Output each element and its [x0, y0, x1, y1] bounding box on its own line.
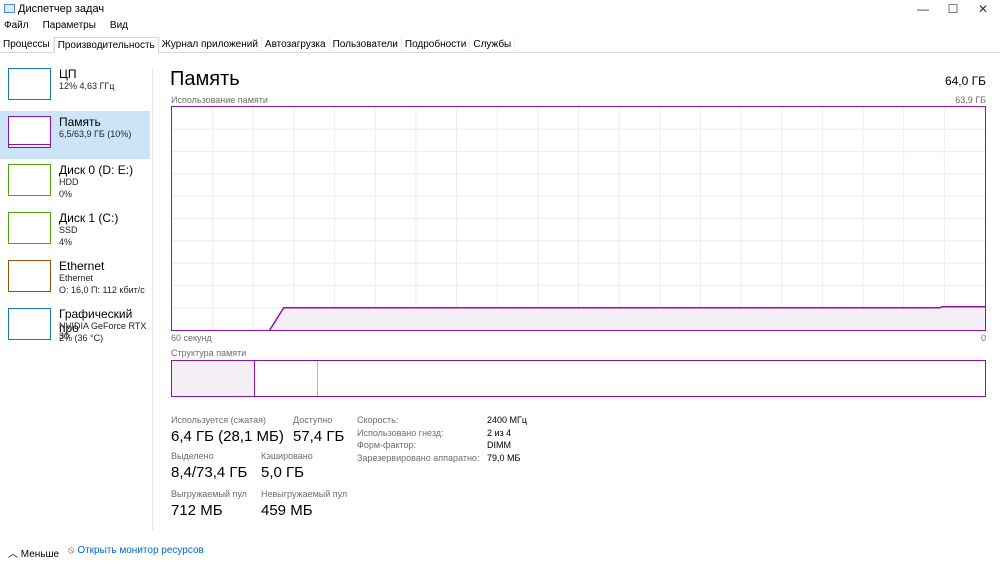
stat-value: 57,4 ГБ: [293, 428, 345, 445]
sidebar-item-name: Ethernet: [59, 259, 105, 273]
menu-file[interactable]: Файл: [4, 20, 29, 31]
memory-usage-graph: [171, 106, 986, 331]
close-button[interactable]: ✕: [966, 0, 1000, 18]
minimize-button[interactable]: —: [906, 0, 940, 18]
resource-monitor-label: Открыть монитор ресурсов: [77, 545, 204, 556]
modified-segment[interactable]: [255, 361, 318, 396]
sidebar-item[interactable]: Диск 0 (D: E:) HDD 0%: [0, 159, 150, 207]
menu-options[interactable]: Параметры: [43, 20, 96, 31]
time-right-label: 0: [980, 333, 986, 343]
stat-label: Невыгружаемый пул: [261, 489, 348, 499]
maximize-button[interactable]: ☐: [936, 0, 970, 18]
property-label: Использовано гнезд:: [357, 427, 444, 438]
chevron-up-icon: ︿: [8, 549, 18, 560]
fewer-details-label: Меньше: [20, 549, 60, 560]
stat-value: 8,4/73,4 ГБ: [171, 464, 248, 481]
menu-view[interactable]: Вид: [110, 20, 128, 31]
stat-label: Кэшировано: [261, 451, 313, 461]
property-value: DIMM: [487, 440, 511, 450]
tab-startup[interactable]: Автозагрузка: [262, 37, 330, 53]
stat-label: Доступно: [293, 415, 333, 425]
window-title: Диспетчер задач: [18, 3, 105, 15]
sidebar-item-detail: 6,5/63,9 ГБ (10%): [59, 129, 132, 139]
stat-value: 6,4 ГБ (28,1 МБ): [171, 428, 284, 445]
sidebar-item[interactable]: Ethernet Ethernet О: 16,0 П: 112 кбит/с: [0, 255, 150, 303]
usage-area: [269, 306, 985, 330]
sidebar-item-value: 0%: [59, 189, 73, 199]
sidebar-item[interactable]: Память 6,5/63,9 ГБ (10%): [0, 111, 150, 159]
graph-max: 63,9 ГБ: [955, 95, 986, 105]
sidebar-item-detail: SSD: [59, 225, 78, 235]
tab-bar: Процессы Производительность Журнал прило…: [0, 37, 1000, 54]
property-label: Скорость:: [357, 415, 399, 425]
thumbnail-graph: [8, 116, 51, 148]
sidebar-item-value: 2% (36 °C): [59, 333, 104, 343]
sidebar-item-name: ЦП: [59, 67, 77, 81]
property-label: Форм-фактор:: [357, 440, 417, 450]
open-resource-monitor-link[interactable]: ⦸ Открыть монитор ресурсов: [68, 545, 204, 556]
app-icon: [4, 4, 15, 13]
time-left-label: 60 секунд: [171, 333, 212, 343]
property-value: 2 из 4: [487, 427, 512, 438]
thumbnail-graph: [8, 260, 51, 292]
page-title: Память: [170, 68, 240, 90]
title-bar: Диспетчер задач — ☐ ✕: [0, 0, 1000, 18]
sidebar-item-value: 4%: [59, 237, 73, 247]
fewer-details-button[interactable]: ︿ Меньше: [8, 545, 59, 560]
sidebar-item[interactable]: ЦП 12% 4,63 ГГц: [0, 63, 150, 111]
stat-value: 712 МБ: [171, 502, 223, 519]
resource-monitor-icon: ⦸: [68, 545, 75, 556]
struct-label: Структура памяти: [171, 348, 247, 358]
memory-composition-bar: [171, 360, 986, 397]
thumbnail-graph: [8, 308, 51, 340]
sidebar-item-name: Диск 0 (D: E:): [59, 163, 134, 177]
total-memory: 64,0 ГБ: [944, 74, 986, 88]
thumbnail-graph: [8, 212, 51, 244]
sidebar-item-name: Память: [59, 115, 101, 129]
stat-label: Используется (сжатая): [171, 415, 266, 425]
in-use-segment[interactable]: [172, 361, 255, 396]
tab-details[interactable]: Подробности: [402, 37, 471, 53]
divider: [152, 68, 153, 530]
sidebar-item-value: О: 16,0 П: 112 кбит/с: [59, 285, 145, 295]
property-value: 2400 МГц: [487, 415, 528, 425]
tab-services[interactable]: Службы: [470, 37, 516, 53]
tab-users[interactable]: Пользователи: [330, 37, 402, 53]
thumbnail-graph: [8, 164, 51, 196]
sidebar-item-detail: Ethernet: [59, 273, 94, 283]
menu-bar: Файл Параметры Вид: [4, 20, 128, 31]
stat-label: Выделено: [171, 451, 214, 461]
sidebar-item-name: Диск 1 (C:): [59, 211, 119, 225]
sidebar-item[interactable]: Графический про NVIDIA GeForce RTX 30 2% (…: [0, 303, 150, 351]
sidebar-item[interactable]: Диск 1 (C:) SSD 4%: [0, 207, 150, 255]
property-value: 79,0 МБ: [487, 452, 521, 463]
stat-value: 5,0 ГБ: [261, 464, 304, 481]
tab-performance[interactable]: Производительность: [53, 37, 159, 54]
property-label: Зарезервировано аппаратно:: [357, 452, 480, 463]
tab-processes[interactable]: Процессы: [0, 37, 54, 53]
graph-label: Использование памяти: [171, 95, 268, 105]
stat-label: Выгружаемый пул: [171, 489, 247, 499]
sidebar-item-detail: HDD: [59, 177, 79, 187]
sidebar-item-detail: 12% 4,63 ГГц: [59, 81, 115, 91]
stat-value: 459 МБ: [261, 502, 313, 519]
tab-app-history[interactable]: Журнал приложений: [159, 37, 262, 53]
thumbnail-graph: [8, 68, 51, 100]
